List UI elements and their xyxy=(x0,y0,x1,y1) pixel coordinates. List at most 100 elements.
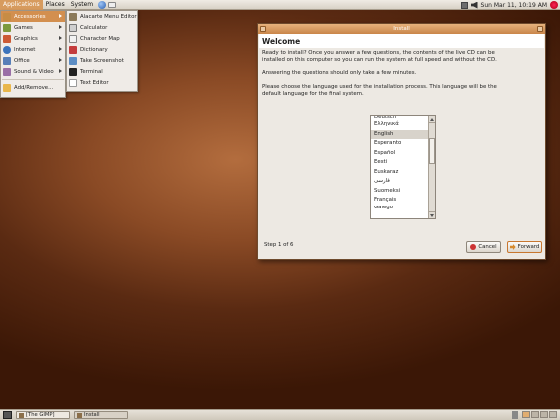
text-editor-icon xyxy=(69,78,77,87)
cancel-button[interactable]: Cancel xyxy=(466,241,501,253)
menu-item-label: Office xyxy=(14,57,30,64)
trash-icon[interactable] xyxy=(512,411,518,419)
list-item[interactable]: Euskaraz xyxy=(371,168,435,178)
menu-item-label: Text Editor xyxy=(80,79,109,86)
internet-icon xyxy=(3,45,11,54)
list-item[interactable]: Eesti xyxy=(371,158,435,168)
taskbar-item-gimp[interactable]: [The GIMP] xyxy=(16,411,70,419)
gimp-icon xyxy=(19,412,24,418)
list-item-selected[interactable]: English xyxy=(371,129,435,139)
scrollbar-thumb[interactable] xyxy=(429,138,435,164)
menu-item-add-remove[interactable]: Add/Remove... xyxy=(1,82,65,93)
forward-button[interactable]: Forward xyxy=(507,241,542,253)
volume-icon[interactable] xyxy=(470,1,478,9)
places-menu[interactable]: Places xyxy=(43,0,68,10)
quit-icon[interactable] xyxy=(550,1,558,9)
submenu-arrow-icon xyxy=(59,14,62,18)
menu-item-label: Calculator xyxy=(80,24,108,31)
list-item[interactable]: Ελληνικά xyxy=(371,120,435,130)
workspace-1[interactable] xyxy=(522,411,530,418)
menu-item-sound-video[interactable]: Sound & Video xyxy=(1,66,65,77)
menu-item-label: Character Map xyxy=(80,35,120,42)
menu-item-terminal[interactable]: Terminal xyxy=(67,66,137,77)
menu-item-label: Games xyxy=(14,24,33,31)
applications-menu[interactable]: Applications xyxy=(0,0,43,10)
menu-item-games[interactable]: Games xyxy=(1,22,65,33)
list-item[interactable]: Esperanto xyxy=(371,139,435,149)
graphics-icon xyxy=(3,34,11,43)
menu-item-label: Take Screenshot xyxy=(80,57,124,64)
mail-icon[interactable] xyxy=(108,1,117,8)
applications-dropdown: Accessories Games Graphics Internet Offi… xyxy=(0,10,66,98)
accessories-icon xyxy=(3,12,11,21)
top-panel: Applications Places System Sun Mar 11, 1… xyxy=(0,0,560,10)
sound-video-icon xyxy=(3,67,11,76)
forward-label: Forward xyxy=(517,244,540,250)
menu-item-menu-editor[interactable]: Alacarte Menu Editor xyxy=(67,11,137,22)
menu-item-label: Dictionary xyxy=(80,46,108,53)
menu-item-label: Internet xyxy=(14,46,36,53)
cancel-label: Cancel xyxy=(478,244,497,250)
menu-item-dictionary[interactable]: Dictionary xyxy=(67,44,137,55)
menu-item-label: Alacarte Menu Editor xyxy=(80,13,137,20)
submenu-arrow-icon xyxy=(59,36,62,40)
menu-item-character-map[interactable]: Character Map xyxy=(67,33,137,44)
games-icon xyxy=(3,23,11,32)
menu-item-internet[interactable]: Internet xyxy=(1,44,65,55)
task-label: [The GIMP] xyxy=(26,411,55,418)
clock[interactable]: Sun Mar 11, 10:19 AM xyxy=(481,2,547,9)
submenu-arrow-icon xyxy=(59,47,62,51)
accessories-submenu: Alacarte Menu Editor Calculator Characte… xyxy=(66,10,138,92)
menu-item-label: Graphics xyxy=(14,35,38,42)
menu-item-take-screenshot[interactable]: Take Screenshot xyxy=(67,55,137,66)
menu-item-accessories[interactable]: Accessories xyxy=(1,11,65,22)
window-menu-icon[interactable] xyxy=(260,26,266,32)
menu-item-label: Accessories xyxy=(14,13,46,20)
menu-editor-icon xyxy=(69,12,77,21)
duration-text: Answering the questions should only take… xyxy=(262,70,417,76)
office-icon xyxy=(3,56,11,65)
bottom-panel: [The GIMP] Install xyxy=(0,409,560,420)
menu-item-label: Add/Remove... xyxy=(14,84,54,91)
show-desktop-icon[interactable] xyxy=(3,411,12,419)
screenshot-icon xyxy=(69,56,77,65)
menu-item-label: Terminal xyxy=(80,68,103,75)
menu-item-text-editor[interactable]: Text Editor xyxy=(67,77,137,88)
menu-item-office[interactable]: Office xyxy=(1,55,65,66)
language-list[interactable]: Deutsch Ελληνικά English Esperanto Españ… xyxy=(370,115,436,219)
system-menu[interactable]: System xyxy=(68,0,96,10)
web-browser-icon[interactable] xyxy=(98,0,107,9)
menu-item-calculator[interactable]: Calculator xyxy=(67,22,137,33)
list-item[interactable]: Galego xyxy=(371,206,435,210)
close-icon[interactable] xyxy=(537,26,543,32)
list-item[interactable]: Suomeksi xyxy=(371,187,435,197)
menu-separator xyxy=(2,79,64,80)
workspace-4[interactable] xyxy=(549,411,557,418)
menu-item-graphics[interactable]: Graphics xyxy=(1,33,65,44)
dictionary-icon xyxy=(69,45,77,54)
workspace-2[interactable] xyxy=(531,411,539,418)
forward-arrow-icon xyxy=(509,244,516,250)
submenu-arrow-icon xyxy=(59,69,62,73)
cancel-icon xyxy=(470,244,477,250)
window-title: Install xyxy=(393,26,410,32)
taskbar-item-install[interactable]: Install xyxy=(74,411,128,419)
scroll-down-icon[interactable] xyxy=(429,211,435,218)
scroll-up-icon[interactable] xyxy=(429,116,435,123)
add-remove-icon xyxy=(3,83,11,92)
terminal-icon xyxy=(69,67,77,76)
workspace-3[interactable] xyxy=(540,411,548,418)
submenu-arrow-icon xyxy=(59,25,62,29)
page-title: Welcome xyxy=(259,34,544,48)
language-instructions: Please choose the language used for the … xyxy=(262,84,497,97)
list-item[interactable]: Français xyxy=(371,196,435,206)
menu-item-label: Sound & Video xyxy=(14,68,54,75)
network-icon[interactable] xyxy=(460,1,468,9)
calculator-icon xyxy=(69,23,77,32)
list-item[interactable]: Español xyxy=(371,149,435,159)
workspace-switcher[interactable] xyxy=(522,411,557,418)
window-titlebar[interactable]: Install xyxy=(258,24,545,34)
list-scrollbar[interactable] xyxy=(428,116,435,218)
character-map-icon xyxy=(69,34,77,43)
list-item[interactable]: فارسی xyxy=(371,177,435,187)
